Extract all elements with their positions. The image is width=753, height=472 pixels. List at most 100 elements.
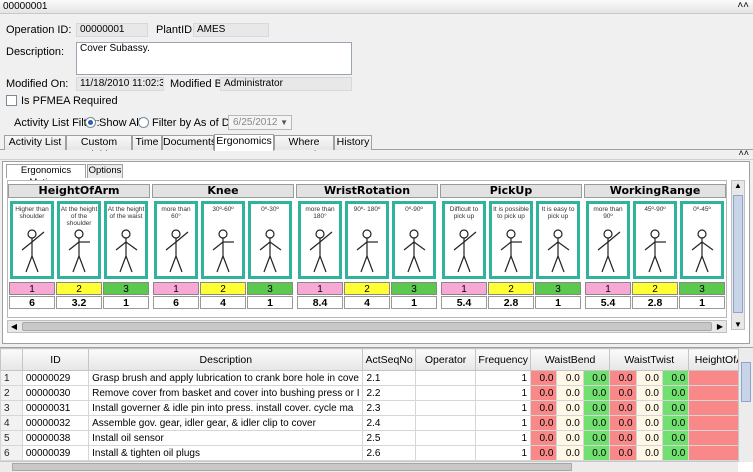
cell-waistbend[interactable]: 0.0 <box>582 445 611 461</box>
cell-waisttwist[interactable]: 0.0 <box>635 445 663 461</box>
motion-value[interactable]: 1 <box>247 296 293 309</box>
operation-id-field[interactable]: 00000001 <box>76 23 148 37</box>
cell-waisttwist[interactable]: 0.0 <box>661 430 690 446</box>
cell-frequency[interactable]: 1 <box>475 370 532 386</box>
motion-value[interactable]: 2.8 <box>488 296 534 309</box>
cell-waistbend[interactable]: 0.0 <box>530 415 558 431</box>
column-header-actseqno[interactable]: ActSeqNo <box>362 348 416 371</box>
cell-actseqno[interactable]: 2.5 <box>362 430 416 446</box>
table-row[interactable]: 3 00000031 Install governer & idle pin int… <box>0 400 753 416</box>
cell-waistbend[interactable]: 0.0 <box>530 370 558 386</box>
cell-operator[interactable] <box>414 430 477 446</box>
motion-value[interactable]: 6 <box>153 296 199 309</box>
row-number[interactable]: 6 <box>0 445 23 461</box>
scroll-thumb[interactable] <box>741 362 751 402</box>
scroll-thumb[interactable] <box>733 195 743 313</box>
column-header-id[interactable]: ID <box>21 348 90 371</box>
table-row[interactable]: 6 00000039 Install & tighten oil plugs 2.6 1… <box>0 445 753 461</box>
row-number[interactable]: 3 <box>0 400 23 416</box>
cell-frequency[interactable]: 1 <box>475 400 532 416</box>
cell-waisttwist[interactable]: 0.0 <box>609 430 637 446</box>
pfmea-checkbox[interactable] <box>6 95 17 106</box>
row-number[interactable]: 1 <box>0 370 23 386</box>
row-number[interactable]: 5 <box>0 430 23 446</box>
modified-on-field[interactable]: 11/18/2010 11:02:35 A <box>76 77 164 91</box>
cell-waisttwist[interactable]: 0.0 <box>609 415 637 431</box>
cell-operator[interactable] <box>414 415 477 431</box>
cell-description[interactable]: Remove cover from basket and cover into … <box>88 385 364 401</box>
cell-description[interactable]: Install governer & idle pin into press. … <box>88 400 364 416</box>
cell-actseqno[interactable]: 2.3 <box>362 400 416 416</box>
ergonomics-motion-card[interactable]: more than 90º <box>586 201 630 279</box>
column-header-frequency[interactable]: Frequency <box>475 348 532 371</box>
plant-id-field[interactable]: AMES <box>193 23 269 37</box>
double-chevron-up-icon[interactable]: ˄˄ <box>737 0 749 12</box>
cell-actseqno[interactable]: 2.2 <box>362 385 416 401</box>
cell-id[interactable]: 00000038 <box>21 430 90 446</box>
table-row[interactable]: 2 00000030 Remove cover from basket and co… <box>0 385 753 401</box>
motion-value[interactable]: 1 <box>391 296 437 309</box>
grid-vertical-scrollbar[interactable] <box>738 348 753 462</box>
column-header-waisttwist[interactable]: WaistTwist <box>609 348 690 371</box>
cell-operator[interactable] <box>414 445 477 461</box>
cell-waistbend[interactable]: 0.0 <box>530 400 558 416</box>
tab-ergonomics[interactable]: Ergonomics <box>214 134 274 151</box>
scroll-thumb[interactable] <box>12 463 572 471</box>
cell-waisttwist[interactable]: 0.0 <box>635 370 663 386</box>
scroll-left-icon[interactable]: ◀ <box>8 321 20 332</box>
tab-custom-fields[interactable]: Custom Fields <box>66 135 132 161</box>
table-row[interactable]: 4 00000032 Assemble gov. gear, idler gear,… <box>0 415 753 431</box>
cell-waisttwist[interactable]: 0.0 <box>635 430 663 446</box>
cell-waisttwist[interactable]: 0.0 <box>635 385 663 401</box>
scroll-right-icon[interactable]: ▶ <box>714 321 726 332</box>
motion-value[interactable]: 5.4 <box>585 296 631 309</box>
ergonomics-motion-card[interactable]: It is possible to pick up <box>489 201 533 279</box>
ergonomics-motion-card[interactable]: 0º-90º <box>392 201 436 279</box>
cell-operator[interactable] <box>414 400 477 416</box>
cell-waistbend[interactable]: 0.0 <box>556 370 584 386</box>
cell-waistbend[interactable]: 0.0 <box>582 430 611 446</box>
cell-waistbend[interactable]: 0.0 <box>582 370 611 386</box>
cell-frequency[interactable]: 1 <box>475 430 532 446</box>
cell-waisttwist[interactable]: 0.0 <box>661 370 690 386</box>
column-header-operator[interactable]: Operator <box>414 348 477 371</box>
ergonomics-motion-card[interactable]: At the height of the waist <box>104 201 148 279</box>
cell-waisttwist[interactable]: 0.0 <box>661 400 690 416</box>
column-header-waistbend[interactable]: WaistBend <box>530 348 611 371</box>
show-all-radio[interactable] <box>85 117 96 128</box>
ergonomics-motion-card[interactable]: It is easy to pick up <box>536 201 580 279</box>
tab-activity-list[interactable]: Activity List <box>4 135 66 150</box>
subtab-options[interactable]: Options <box>87 164 123 178</box>
cell-waistbend[interactable]: 0.0 <box>582 385 611 401</box>
ergonomics-motion-card[interactable]: 0º-45º <box>680 201 724 279</box>
cell-frequency[interactable]: 1 <box>475 415 532 431</box>
cell-waisttwist[interactable]: 0.0 <box>661 385 690 401</box>
cell-waistbend[interactable]: 0.0 <box>556 445 584 461</box>
cell-waisttwist[interactable]: 0.0 <box>635 400 663 416</box>
modified-by-field[interactable]: Administrator <box>220 77 352 91</box>
cell-description[interactable]: Install & tighten oil plugs <box>88 445 364 461</box>
cell-id[interactable]: 00000029 <box>21 370 90 386</box>
motion-value[interactable]: 8.4 <box>297 296 343 309</box>
cell-id[interactable]: 00000031 <box>21 400 90 416</box>
cell-waisttwist[interactable]: 0.0 <box>609 400 637 416</box>
cell-description[interactable]: Install oil sensor <box>88 430 364 446</box>
ergonomics-motion-card[interactable]: 90º- 180º <box>345 201 389 279</box>
row-number[interactable]: 2 <box>0 385 23 401</box>
column-header-description[interactable]: Description <box>88 348 364 371</box>
scroll-thumb[interactable] <box>22 322 712 331</box>
row-header-corner[interactable] <box>0 348 23 371</box>
cell-waisttwist[interactable]: 0.0 <box>609 385 637 401</box>
ergonomics-motion-card[interactable]: At the height of the shoulder <box>57 201 101 279</box>
motion-value[interactable]: 1 <box>535 296 581 309</box>
cell-actseqno[interactable]: 2.6 <box>362 445 416 461</box>
tab-history[interactable]: History <box>334 135 372 150</box>
cell-id[interactable]: 00000039 <box>21 445 90 461</box>
motion-value[interactable]: 3.2 <box>56 296 102 309</box>
cell-waisttwist[interactable]: 0.0 <box>661 445 690 461</box>
tab-where-used[interactable]: Where Used <box>274 135 334 161</box>
cell-waisttwist[interactable]: 0.0 <box>661 415 690 431</box>
cell-description[interactable]: Assemble gov. gear, idler gear, & idler … <box>88 415 364 431</box>
cell-waistbend[interactable]: 0.0 <box>530 385 558 401</box>
motion-value[interactable]: 1 <box>679 296 725 309</box>
